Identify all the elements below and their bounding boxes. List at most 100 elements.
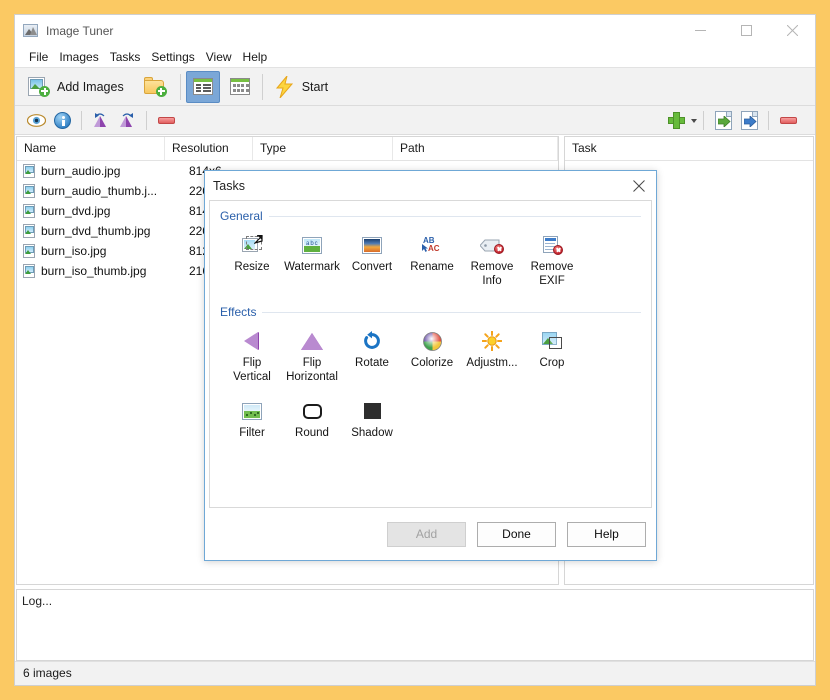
task-arrow-alt-icon bbox=[740, 111, 758, 130]
task-flip-horizontal[interactable]: Flip Horizontal bbox=[282, 325, 342, 387]
help-button[interactable]: Help bbox=[567, 521, 646, 547]
menu-settings[interactable]: Settings bbox=[146, 48, 200, 66]
task-adjustments[interactable]: Adjustm... bbox=[462, 325, 522, 387]
tasks-dialog-title-bar: Tasks bbox=[205, 171, 656, 200]
menu-bar: File Images Tasks Settings View Help bbox=[15, 46, 815, 67]
cell-name: burn_iso_thumb.jpg bbox=[41, 264, 147, 278]
preview-button[interactable] bbox=[23, 108, 49, 132]
task-label: Flip Vertical bbox=[233, 357, 271, 383]
tasks-dialog-body: General Resize abc Watermark Convert AB … bbox=[209, 200, 652, 508]
menu-tasks[interactable]: Tasks bbox=[105, 48, 147, 66]
task-remove-info[interactable]: Remove Info bbox=[462, 229, 522, 291]
task-label: Convert bbox=[351, 261, 393, 273]
close-button[interactable] bbox=[769, 15, 815, 46]
maximize-button[interactable] bbox=[723, 15, 769, 46]
task-filter[interactable]: Filter bbox=[222, 395, 282, 443]
start-button[interactable]: Start bbox=[268, 71, 335, 103]
file-list-header: Name Resolution Type Path bbox=[17, 137, 558, 161]
column-header-type[interactable]: Type bbox=[253, 137, 393, 160]
tasks-dialog-close-button[interactable] bbox=[622, 171, 656, 200]
eye-icon bbox=[26, 113, 46, 127]
menu-images[interactable]: Images bbox=[54, 48, 104, 66]
add-folder-button[interactable] bbox=[137, 71, 175, 103]
done-button[interactable]: Done bbox=[477, 521, 556, 547]
column-header-resolution[interactable]: Resolution bbox=[165, 137, 253, 160]
task-group-effects: Effects Flip Vertical Flip Horizontal Ro… bbox=[220, 305, 641, 449]
task-flip-vertical[interactable]: Flip Vertical bbox=[222, 325, 282, 387]
cell-name: burn_dvd_thumb.jpg bbox=[41, 224, 151, 238]
add-images-button[interactable]: Add Images bbox=[21, 71, 131, 103]
task-label: Remove Info bbox=[470, 261, 514, 287]
task-label: Round bbox=[295, 427, 329, 439]
menu-view[interactable]: View bbox=[201, 48, 238, 66]
tasks-dialog: Tasks General Resize abc Watermark Conve… bbox=[204, 170, 657, 561]
rotate-right-icon bbox=[119, 113, 133, 127]
remove-info-icon bbox=[479, 233, 505, 257]
add-image-icon bbox=[28, 76, 50, 97]
image-file-icon bbox=[23, 264, 36, 278]
rotate-left-button[interactable] bbox=[88, 108, 114, 132]
task-label: Filter bbox=[239, 427, 265, 439]
task-remove-exif[interactable]: Remove EXIF bbox=[522, 229, 582, 291]
list-view-button[interactable] bbox=[185, 70, 220, 103]
image-file-icon bbox=[23, 184, 36, 198]
task-shadow[interactable]: Shadow bbox=[342, 395, 402, 443]
task-convert[interactable]: Convert bbox=[342, 229, 402, 291]
add-button[interactable]: Add bbox=[387, 521, 466, 547]
minimize-button[interactable] bbox=[677, 15, 723, 46]
group-divider bbox=[268, 215, 641, 217]
cell-name: burn_dvd.jpg bbox=[41, 204, 111, 218]
column-header-name[interactable]: Name bbox=[17, 137, 165, 160]
group-label-general: General bbox=[220, 209, 263, 223]
task-grid-general: Resize abc Watermark Convert AB AC Renam… bbox=[220, 227, 641, 297]
task-rename[interactable]: AB AC Rename bbox=[402, 229, 462, 291]
tasks-dialog-footer: Add Done Help bbox=[205, 508, 656, 560]
column-header-path[interactable]: Path bbox=[393, 137, 558, 160]
info-button[interactable] bbox=[49, 108, 75, 132]
task-rotate[interactable]: Rotate bbox=[342, 325, 402, 387]
task-label: Rotate bbox=[355, 357, 389, 369]
remove-image-button[interactable] bbox=[153, 108, 179, 132]
chevron-down-icon[interactable] bbox=[691, 118, 697, 123]
cell-name: burn_audio.jpg bbox=[41, 164, 121, 178]
cell-name: burn_audio_thumb.j... bbox=[41, 184, 158, 198]
menu-help[interactable]: Help bbox=[238, 48, 274, 66]
task-colorize[interactable]: Colorize bbox=[402, 325, 462, 387]
column-header-task[interactable]: Task bbox=[565, 137, 813, 160]
resize-icon bbox=[239, 233, 265, 257]
apply-task-button[interactable] bbox=[710, 109, 736, 133]
thumbnail-view-button[interactable] bbox=[223, 71, 257, 103]
menu-file[interactable]: File bbox=[24, 48, 54, 66]
watermark-icon: abc bbox=[299, 233, 325, 257]
start-label: Start bbox=[301, 79, 329, 94]
group-header-general: General bbox=[220, 209, 641, 223]
task-grid-effects: Flip Vertical Flip Horizontal Rotate Col… bbox=[220, 323, 641, 449]
shadow-icon bbox=[359, 399, 385, 423]
image-file-icon bbox=[23, 244, 36, 258]
task-resize[interactable]: Resize bbox=[222, 229, 282, 291]
add-task-button[interactable] bbox=[663, 109, 689, 133]
task-round[interactable]: Round bbox=[282, 395, 342, 443]
log-panel[interactable]: Log... bbox=[16, 589, 814, 661]
log-text: Log... bbox=[22, 594, 53, 608]
cell-name: burn_iso.jpg bbox=[41, 244, 107, 258]
flip-vertical-icon bbox=[239, 329, 265, 353]
tasks-dialog-title: Tasks bbox=[213, 178, 245, 193]
apply-task-all-button[interactable] bbox=[736, 109, 762, 133]
rotate-right-button[interactable] bbox=[114, 108, 140, 132]
plus-green-icon bbox=[667, 112, 685, 129]
window-controls bbox=[677, 15, 815, 46]
group-divider-2 bbox=[262, 311, 641, 313]
task-separator-2 bbox=[768, 111, 769, 130]
remove-task-button[interactable] bbox=[775, 109, 801, 133]
task-label: Colorize bbox=[410, 357, 454, 369]
minus-red-icon bbox=[157, 116, 175, 124]
filter-icon bbox=[239, 399, 265, 423]
task-crop[interactable]: Crop bbox=[522, 325, 582, 387]
remove-exif-icon bbox=[539, 233, 565, 257]
task-watermark[interactable]: abc Watermark bbox=[282, 229, 342, 291]
image-file-icon bbox=[23, 204, 36, 218]
main-toolbar: Add Images Start bbox=[15, 67, 815, 106]
task-label: Watermark bbox=[284, 261, 340, 273]
task-label: Adjustm... bbox=[466, 357, 518, 369]
